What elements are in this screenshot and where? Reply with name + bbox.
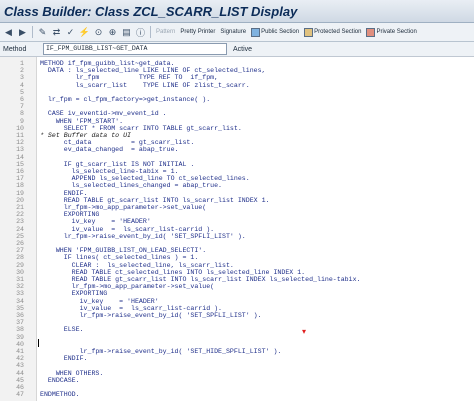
display-change-icon[interactable]: ⇄ bbox=[50, 26, 63, 39]
code-editor[interactable]: ▾ 1 METHOD if_fpm_guibb_list~get_data. 2 D… bbox=[0, 56, 474, 401]
protected-section-button[interactable]: Protected Section bbox=[302, 27, 363, 37]
private-section-button[interactable]: Private Section bbox=[364, 27, 418, 37]
window-title: Class Builder: Class ZCL_SCARR_LIST Disp… bbox=[4, 3, 298, 19]
method-field[interactable]: IF_FPM_GUIBB_LIST~GET_DATA bbox=[43, 43, 227, 55]
private-section-label: Private Section bbox=[376, 29, 417, 35]
pattern-label: Pattern bbox=[156, 29, 176, 35]
pretty-printer-button[interactable]: Pretty Printer bbox=[178, 29, 217, 35]
method-label: Method bbox=[3, 45, 27, 53]
pretty-printer-label: Pretty Printer bbox=[180, 29, 216, 35]
protected-section-label: Protected Section bbox=[314, 29, 362, 35]
code-line[interactable]: 47 ENDMETHOD. bbox=[0, 391, 474, 399]
private-section-icon bbox=[366, 27, 376, 37]
edit-icon[interactable]: ✎ bbox=[36, 26, 49, 39]
info-icon[interactable]: ⓘ bbox=[134, 26, 147, 39]
forward-icon[interactable]: ▶ bbox=[16, 26, 29, 39]
signature-button[interactable]: Signature bbox=[218, 29, 248, 35]
public-section-button[interactable]: Public Section bbox=[249, 27, 301, 37]
pattern-button[interactable]: Pattern bbox=[154, 29, 177, 35]
toolbar-separator bbox=[32, 26, 33, 38]
title-bar: Class Builder: Class ZCL_SCARR_LIST Disp… bbox=[0, 0, 474, 23]
method-status: Active bbox=[233, 45, 253, 53]
application-toolbar: ◀ ▶ ✎ ⇄ ✓ ⚡ ⊙ ⊕ ▤ ⓘ Pattern Pretty Print… bbox=[0, 23, 474, 42]
toolbar-separator bbox=[150, 26, 151, 38]
method-bar: Method IF_FPM_GUIBB_LIST~GET_DATA Active bbox=[0, 42, 474, 57]
hierarchy-icon[interactable]: ▤ bbox=[120, 26, 133, 39]
where-used-icon[interactable]: ⊕ bbox=[106, 26, 119, 39]
activate-icon[interactable]: ⚡ bbox=[78, 26, 91, 39]
line-number: 47 bbox=[16, 391, 24, 399]
code-text: ENDMETHOD. bbox=[40, 391, 80, 399]
signature-label: Signature bbox=[220, 29, 247, 35]
public-section-label: Public Section bbox=[261, 29, 300, 35]
test-icon[interactable]: ⊙ bbox=[92, 26, 105, 39]
protected-section-icon bbox=[304, 27, 314, 37]
back-icon[interactable]: ◀ bbox=[2, 26, 15, 39]
check-icon[interactable]: ✓ bbox=[64, 26, 77, 39]
public-section-icon bbox=[251, 27, 261, 37]
